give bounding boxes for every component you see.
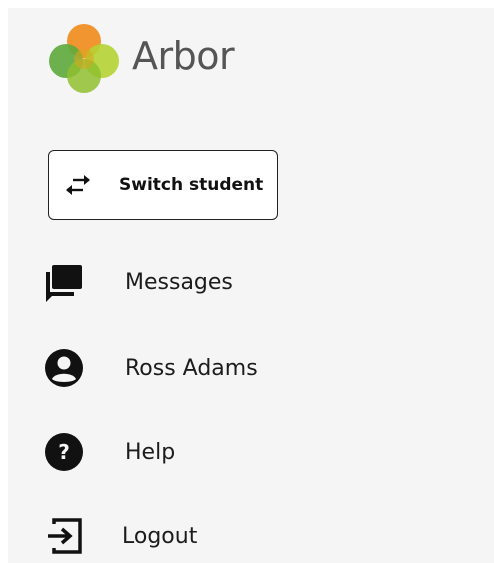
menu-item-logout[interactable]: Logout: [44, 512, 444, 560]
account-circle-icon: [44, 348, 84, 388]
switch-student-button[interactable]: Switch student: [48, 150, 278, 220]
arbor-logo-icon: [49, 24, 119, 93]
side-menu-panel: Arbor Switch student Messages Ross Adams…: [8, 8, 494, 563]
menu-item-label: Messages: [125, 269, 233, 295]
menu-item-label: Ross Adams: [125, 355, 258, 381]
menu-item-profile[interactable]: Ross Adams: [44, 344, 444, 392]
switch-student-label: Switch student: [119, 175, 264, 195]
svg-text:?: ?: [58, 440, 70, 464]
menu-item-messages[interactable]: Messages: [44, 258, 444, 306]
help-circle-icon: ?: [44, 432, 84, 472]
swap-arrows-icon: [66, 175, 90, 195]
arbor-logo[interactable]: Arbor: [46, 22, 235, 94]
menu-item-help[interactable]: ? Help: [44, 428, 444, 476]
chat-icon: [44, 262, 84, 302]
menu-item-label: Help: [125, 439, 176, 465]
arbor-logo-text: Arbor: [132, 34, 235, 78]
menu-item-label: Logout: [122, 523, 198, 549]
logout-icon: [44, 516, 84, 556]
